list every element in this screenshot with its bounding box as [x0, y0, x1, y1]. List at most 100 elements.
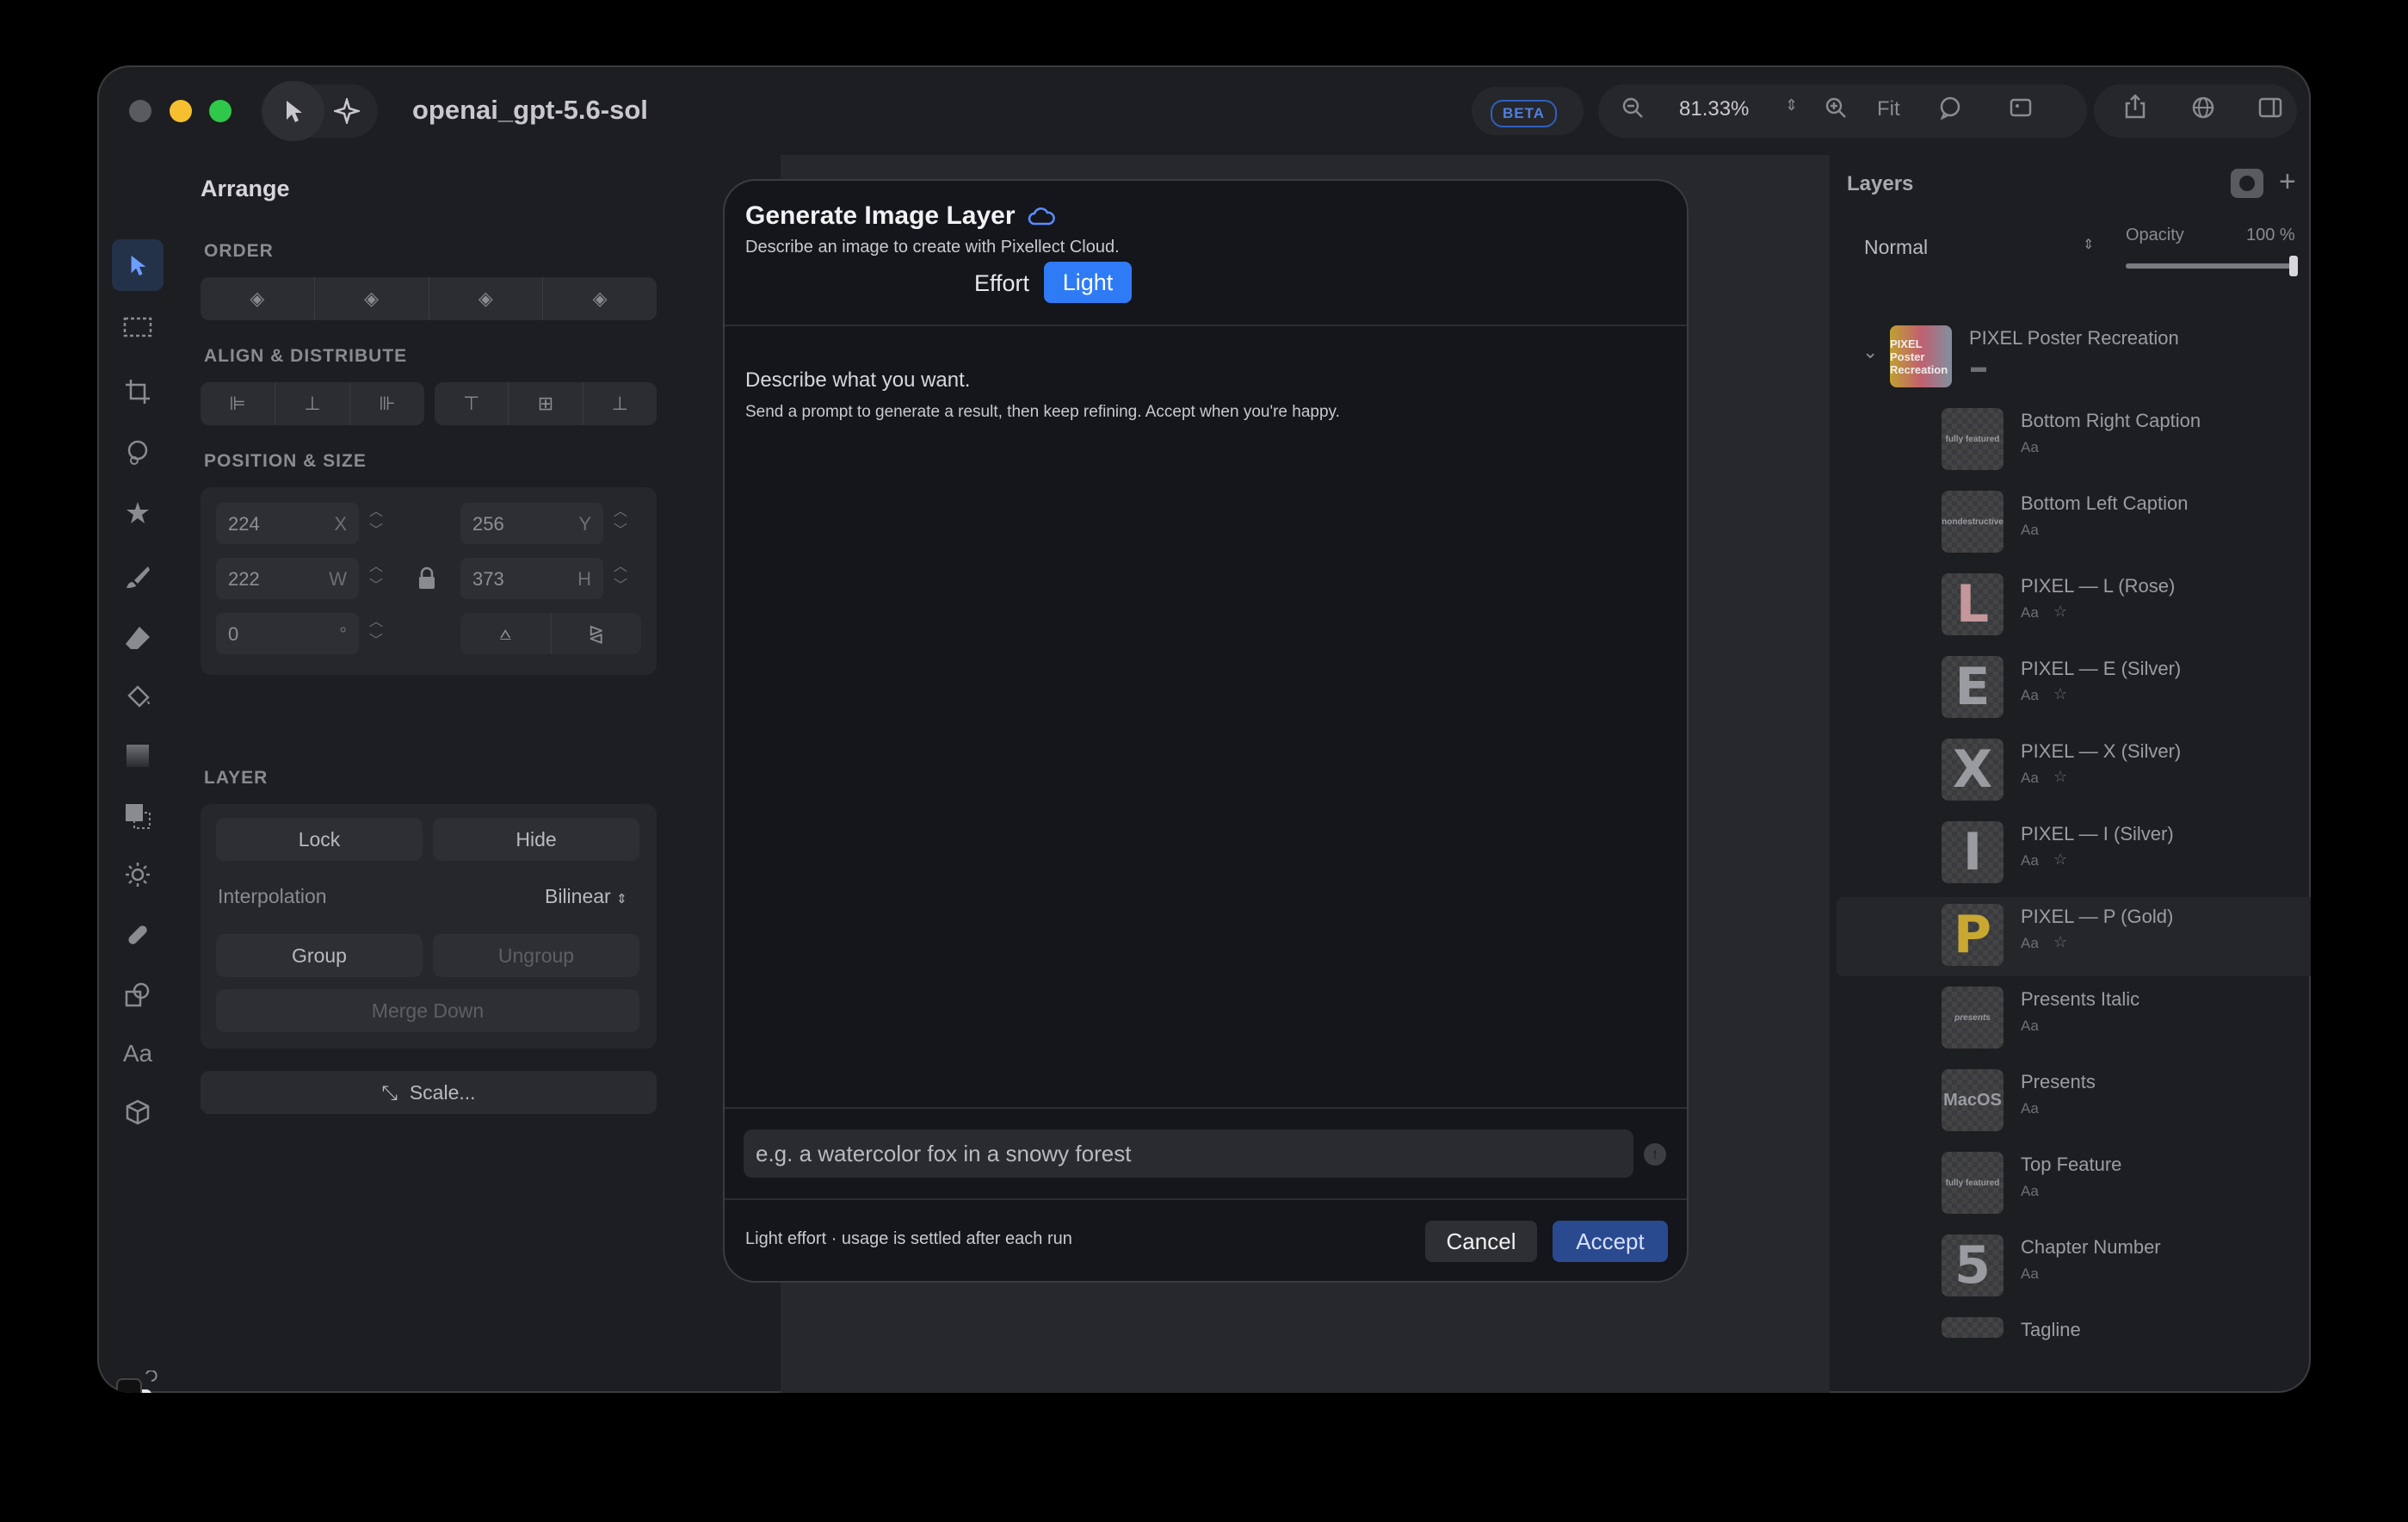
layer-name: Bottom Right Caption: [2021, 410, 2201, 431]
sidebar-toggle-icon[interactable]: [2257, 95, 2283, 127]
adjust-tool[interactable]: [112, 849, 164, 900]
share-icon[interactable]: [2122, 93, 2148, 127]
fit-button[interactable]: Fit: [1877, 97, 1900, 121]
layer-name: PIXEL — I (Silver): [2021, 823, 2174, 845]
crop-tool[interactable]: [112, 366, 164, 418]
describe-subtitle: Send a prompt to generate a result, then…: [745, 403, 1340, 421]
layer-row[interactable]: fully featuredBottom Right CaptionAa◉: [1837, 401, 2311, 480]
zoom-out-icon[interactable]: [1621, 96, 1645, 126]
mask-icon: [2239, 176, 2255, 191]
zoom-stepper-icon[interactable]: ⇕: [1785, 96, 1798, 114]
prompt-input[interactable]: [744, 1129, 1633, 1178]
accept-button[interactable]: Accept: [1553, 1221, 1668, 1262]
blend-chevron-icon: ⇕: [2083, 238, 2095, 252]
layer-select-icon: [126, 804, 151, 829]
layer-name: PIXEL — E (Silver): [2021, 658, 2182, 679]
layer-row[interactable]: PPIXEL — P (Gold)Aa☆◉: [1837, 897, 2311, 976]
color-swatches-icon: [116, 1370, 157, 1393]
add-layer-icon[interactable]: +: [2279, 165, 2296, 199]
brush-icon: [127, 566, 150, 588]
brush-tool[interactable]: [112, 551, 164, 603]
layer-row[interactable]: MacOSPresentsAa◉: [1837, 1062, 2311, 1142]
mask-button[interactable]: [2231, 169, 2263, 198]
layer-group-row[interactable]: ⌄ PIXEL Poster Recreation PIXEL Poster R…: [1837, 319, 2311, 398]
layer-thumbnail: MacOS: [1942, 1069, 2004, 1131]
close-window-button[interactable]: [129, 100, 151, 122]
cancel-button[interactable]: Cancel: [1425, 1221, 1537, 1262]
usage-note: Light effort · usage is settled after ea…: [745, 1229, 1072, 1248]
magic-tool[interactable]: [112, 487, 164, 539]
zoom-value[interactable]: 81.33%: [1679, 97, 1749, 121]
cursor-arrow-icon: [131, 255, 146, 276]
ai-mode-button[interactable]: [316, 81, 378, 141]
send-button[interactable]: ↑: [1644, 1143, 1666, 1166]
zoom-in-icon[interactable]: [1824, 96, 1848, 126]
layer-type-label: Aa: [2021, 852, 2039, 869]
shape-select-tool[interactable]: [112, 790, 164, 842]
layer-row[interactable]: 5Chapter NumberAa◉: [1837, 1228, 2311, 1307]
layer-row[interactable]: presentsPresents ItalicAa◉: [1837, 980, 2311, 1059]
layer-thumbnail: X: [1942, 739, 2004, 801]
layer-type-label: Aa: [2021, 770, 2039, 786]
dialog-subtitle: Describe an image to create with Pixelle…: [745, 238, 1120, 257]
heal-tool[interactable]: [112, 909, 164, 961]
eraser-icon: [126, 627, 150, 649]
layers-panel: Layers + Normal ⇕ Opacity 100 % ⌄ PIXEL …: [1830, 155, 2311, 1393]
layer-row[interactable]: EPIXEL — E (Silver)Aa☆◉: [1837, 649, 2311, 728]
eraser-tool[interactable]: [112, 611, 164, 663]
arrow-up-icon: ↑: [1651, 1146, 1659, 1162]
layer-row[interactable]: XPIXEL — X (Silver)Aa☆◉: [1837, 732, 2311, 811]
lasso-tool[interactable]: [112, 427, 164, 479]
cloud-icon: [1028, 207, 1055, 226]
layer-row[interactable]: LPIXEL — L (Rose)Aa☆◉: [1837, 566, 2311, 646]
effects-icon: ☆: [2053, 933, 2068, 950]
effort-light-button[interactable]: Light: [1044, 262, 1132, 303]
maximize-window-button[interactable]: [209, 100, 232, 122]
minimize-window-button[interactable]: [170, 100, 192, 122]
opacity-value: 100 %: [2246, 226, 2295, 244]
layer-row[interactable]: IPIXEL — I (Silver)Aa☆◉: [1837, 814, 2311, 894]
color-swatch[interactable]: [112, 1370, 164, 1393]
title-bar: openai_gpt-5.6-sol BETA 81.33% ⇕ Fit: [97, 65, 2311, 155]
chevron-down-icon[interactable]: ⌄: [1862, 341, 1878, 363]
shapes-tool[interactable]: [112, 969, 164, 1021]
prompt-input-container: [744, 1129, 1633, 1178]
layer-name: Bottom Left Caption: [2021, 492, 2189, 514]
effects-icon: ☆: [2053, 685, 2068, 702]
move-tool[interactable]: [112, 239, 164, 291]
globe-icon[interactable]: [2190, 95, 2216, 127]
layer-row[interactable]: nondestructiveBottom Left CaptionAa◉: [1837, 484, 2311, 563]
effects-icon: ☆: [2053, 603, 2068, 620]
dialog-title-text: Generate Image Layer: [745, 201, 1016, 230]
comment-icon[interactable]: [1937, 95, 1963, 127]
dialog-title: Generate Image Layer: [745, 201, 1055, 231]
layer-type-label: Aa: [2021, 1100, 2039, 1117]
opacity-slider-track[interactable]: [2126, 256, 2298, 276]
text-icon: Aa: [122, 1040, 153, 1067]
layer-name: Presents Italic: [2021, 988, 2140, 1010]
group-name: PIXEL Poster Recreation: [1969, 327, 2179, 349]
cursor-arrow-icon: [287, 101, 302, 122]
sparkle-icon: [334, 98, 360, 124]
layer-thumbnail: fully featured: [1942, 1152, 2004, 1214]
3d-tool[interactable]: [112, 1086, 164, 1138]
bandage-icon: [128, 925, 147, 944]
opacity-label: Opacity: [2126, 226, 2184, 244]
layer-thumbnail: [1942, 1317, 2004, 1338]
marquee-tool[interactable]: [112, 301, 164, 353]
tool-rail: Aa: [97, 155, 182, 1393]
fill-tool[interactable]: [112, 671, 164, 723]
sun-icon: [126, 863, 150, 887]
layer-thumbnail: 5: [1942, 1234, 2004, 1296]
layer-type-label: Aa: [2021, 935, 2039, 951]
layer-row[interactable]: fully featuredTop FeatureAa◉: [1837, 1145, 2311, 1224]
effects-icon: ☆: [2053, 851, 2068, 868]
image-icon[interactable]: [2008, 95, 2034, 127]
gradient-tool[interactable]: [112, 730, 164, 782]
opacity-slider-thumb[interactable]: [2289, 256, 2298, 276]
header-divider: [725, 325, 1687, 326]
text-tool[interactable]: Aa: [112, 1028, 164, 1080]
layer-name: PIXEL — X (Silver): [2021, 740, 2182, 762]
layer-row[interactable]: Tagline: [1837, 1310, 2311, 1389]
blend-mode-select[interactable]: Normal: [1864, 236, 1928, 259]
